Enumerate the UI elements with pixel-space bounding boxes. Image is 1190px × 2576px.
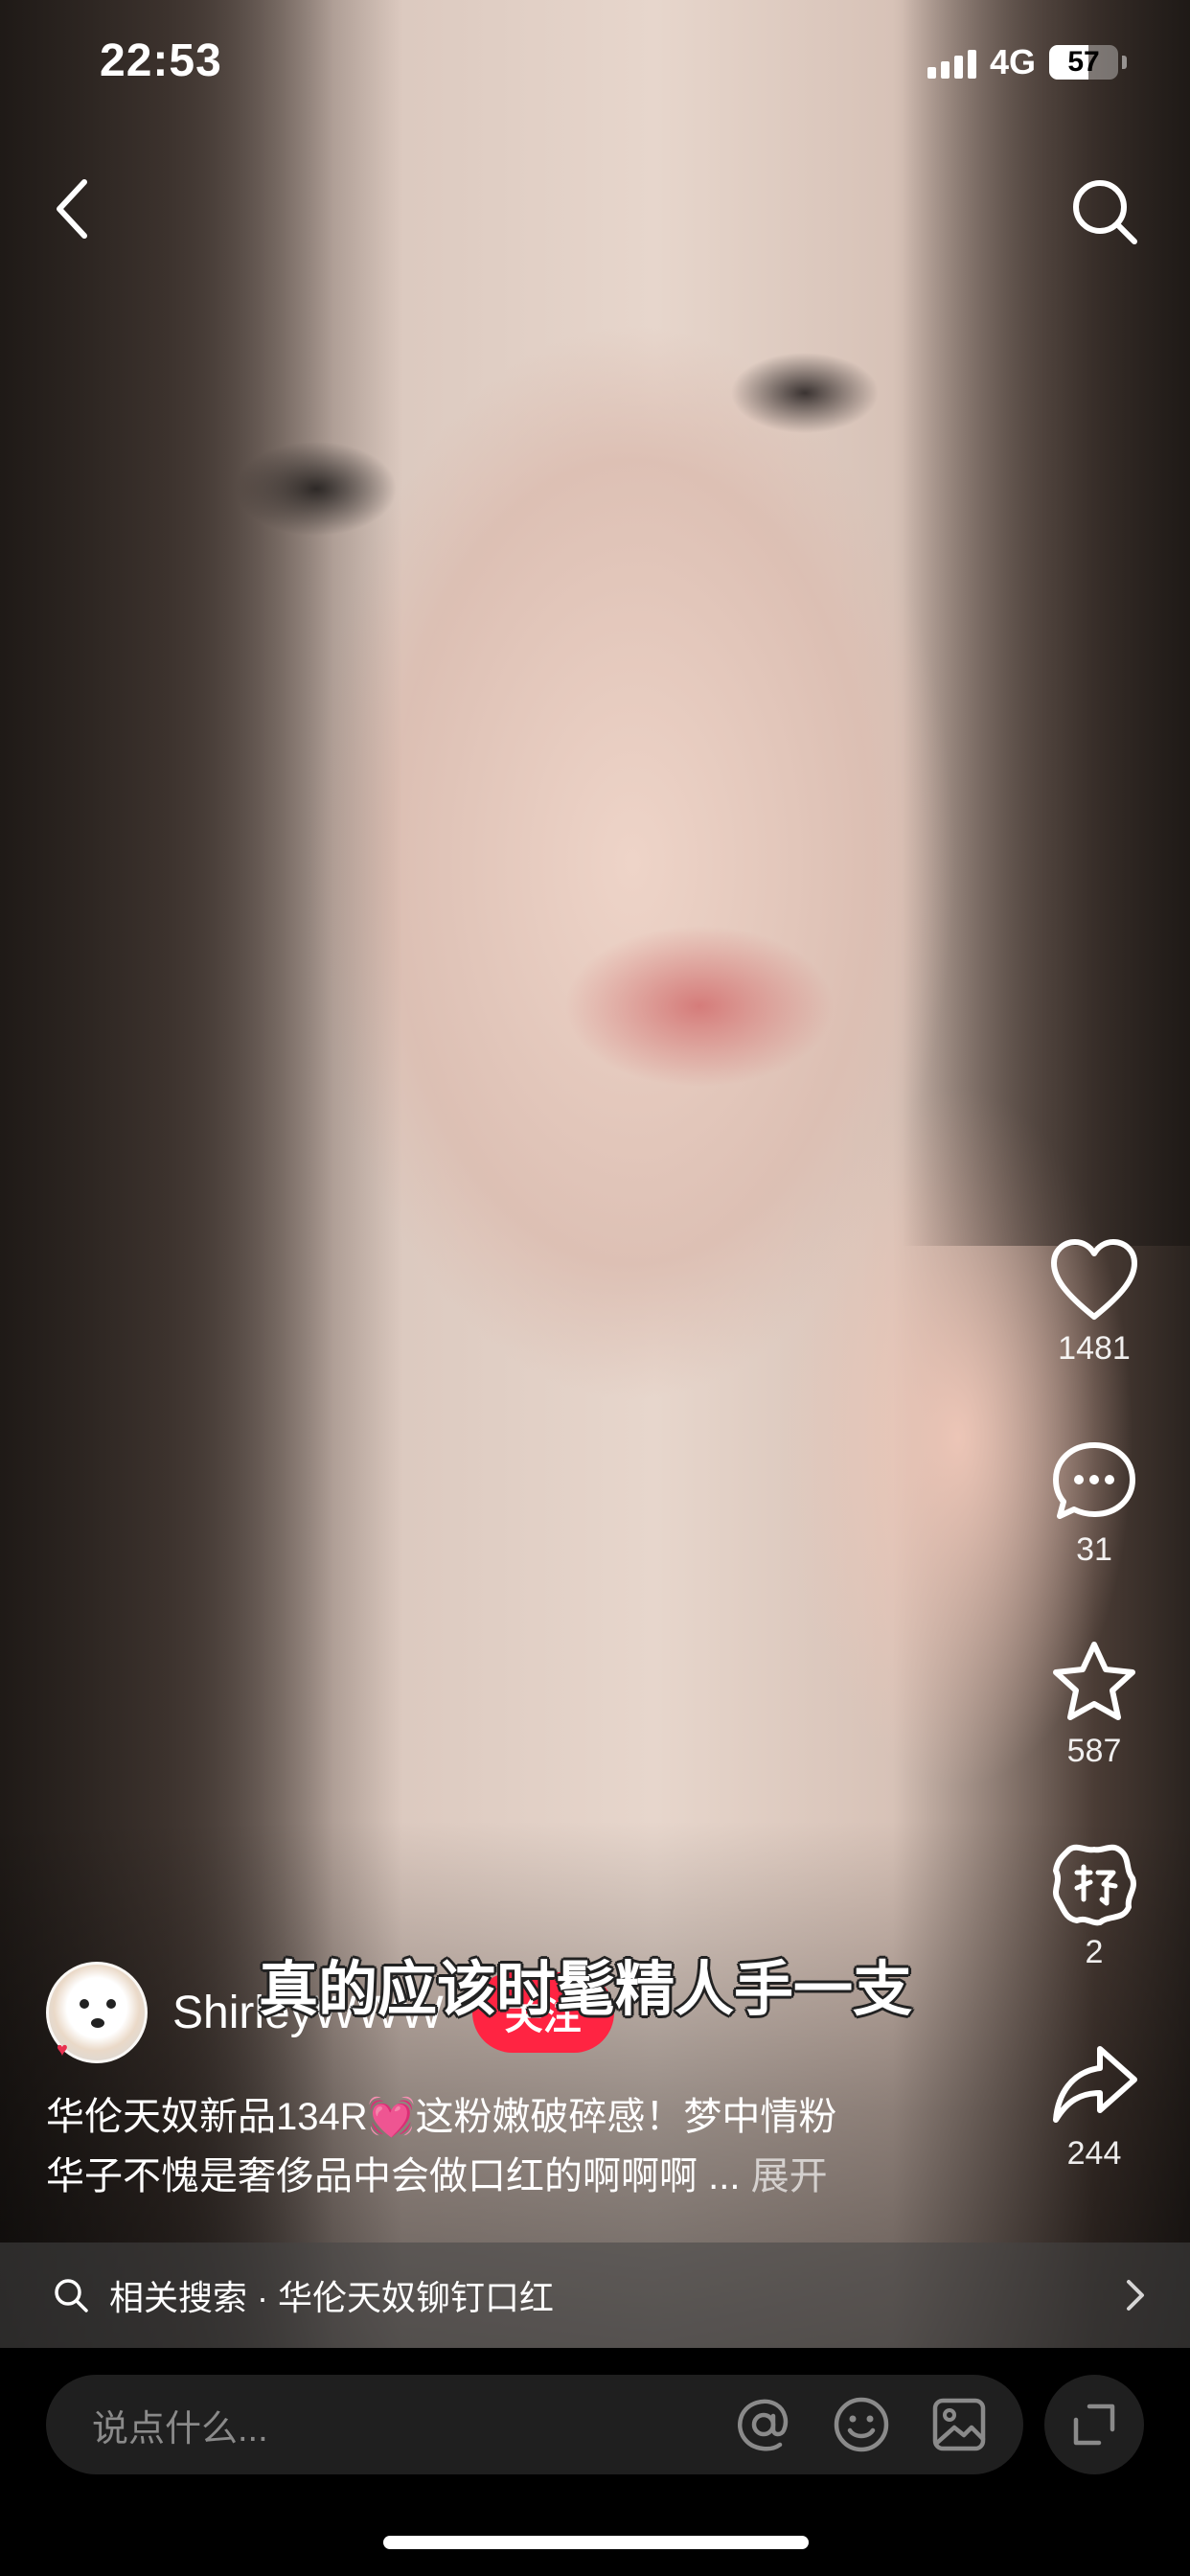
battery-level: 57: [1067, 46, 1100, 78]
video-hair-right: [903, 0, 1190, 1246]
image-icon: [932, 2398, 986, 2451]
video-subtitle: 真的应该时髦精人手一支: [259, 1957, 913, 2023]
collect-count: 587: [1066, 1733, 1122, 1769]
avatar[interactable]: ♥: [46, 1962, 148, 2063]
chevron-left-icon: [57, 179, 87, 239]
battery-tip: [1122, 56, 1127, 69]
comment-placeholder: 说点什么...: [92, 2408, 268, 2450]
back-button[interactable]: [46, 172, 103, 245]
comment-input[interactable]: 说点什么...: [46, 2375, 1023, 2474]
like-count: 1481: [1058, 1330, 1131, 1367]
avatar-heart-icon: ♥: [57, 2039, 68, 2060]
at-icon: [738, 2399, 789, 2451]
signal-icon: [927, 46, 976, 79]
expand-link[interactable]: 展开: [751, 2155, 828, 2197]
home-indicator[interactable]: [383, 2536, 809, 2549]
status-time: 22:53: [100, 35, 222, 86]
search-icon: [1073, 180, 1137, 244]
search-icon: [55, 2279, 88, 2312]
caption-line-2: 华子不愧是奢侈品中会做口红的啊啊啊 ... 展开: [46, 2147, 985, 2206]
status-indicators: 4G 57: [927, 42, 1127, 82]
post-caption[interactable]: 华伦天奴新品134R💓这粉嫩破碎感！梦中情粉 华子不愧是奢侈品中会做口红的啊啊啊…: [46, 2087, 985, 2206]
caption-line-1: 华伦天奴新品134R💓这粉嫩破碎感！梦中情粉: [46, 2087, 985, 2147]
like-button[interactable]: 1481: [1027, 1236, 1161, 1368]
share-icon: [1053, 2046, 1137, 2123]
gift-badge-icon: [1053, 1844, 1136, 1926]
share-button[interactable]: 244: [1027, 2041, 1161, 2173]
star-icon: [1053, 1642, 1135, 1720]
expand-icon: [1073, 2404, 1115, 2446]
battery-icon: 57: [1049, 45, 1118, 80]
caption-line-1-prefix: 华伦天奴新品134R: [46, 2096, 368, 2138]
heart-emoji-icon: 💓: [367, 2096, 416, 2138]
caption-line-2-text: 华子不愧是奢侈品中会做口红的啊啊啊 ...: [46, 2155, 751, 2197]
comment-button[interactable]: 31: [1027, 1438, 1161, 1569]
gift-button[interactable]: 2: [1027, 1840, 1161, 1971]
comment-icon: [1053, 1442, 1135, 1519]
bottom-bar: 说点什么...: [0, 2348, 1190, 2576]
gift-count: 2: [1085, 1934, 1104, 1970]
image-button[interactable]: [926, 2391, 993, 2458]
chevron-right-icon: [1127, 2280, 1144, 2311]
search-button[interactable]: [1067, 174, 1140, 247]
share-count: 244: [1066, 2135, 1122, 2172]
network-type: 4G: [989, 42, 1036, 81]
caption-line-1-suffix: 这粉嫩破碎感！梦中情粉: [415, 2096, 837, 2138]
collect-button[interactable]: 587: [1027, 1639, 1161, 1770]
mention-button[interactable]: [730, 2391, 797, 2458]
status-bar: 22:53 4G 57: [0, 0, 1190, 134]
comment-count: 31: [1076, 1531, 1112, 1568]
related-search-text: 相关搜索 · 华伦天奴铆钉口红: [109, 2278, 554, 2317]
related-search-bar[interactable]: 相关搜索 · 华伦天奴铆钉口红: [0, 2242, 1190, 2348]
fullscreen-button[interactable]: [1044, 2375, 1144, 2474]
emoji-button[interactable]: [828, 2391, 895, 2458]
heart-icon: [1051, 1239, 1137, 1320]
smiley-icon: [834, 2397, 889, 2452]
